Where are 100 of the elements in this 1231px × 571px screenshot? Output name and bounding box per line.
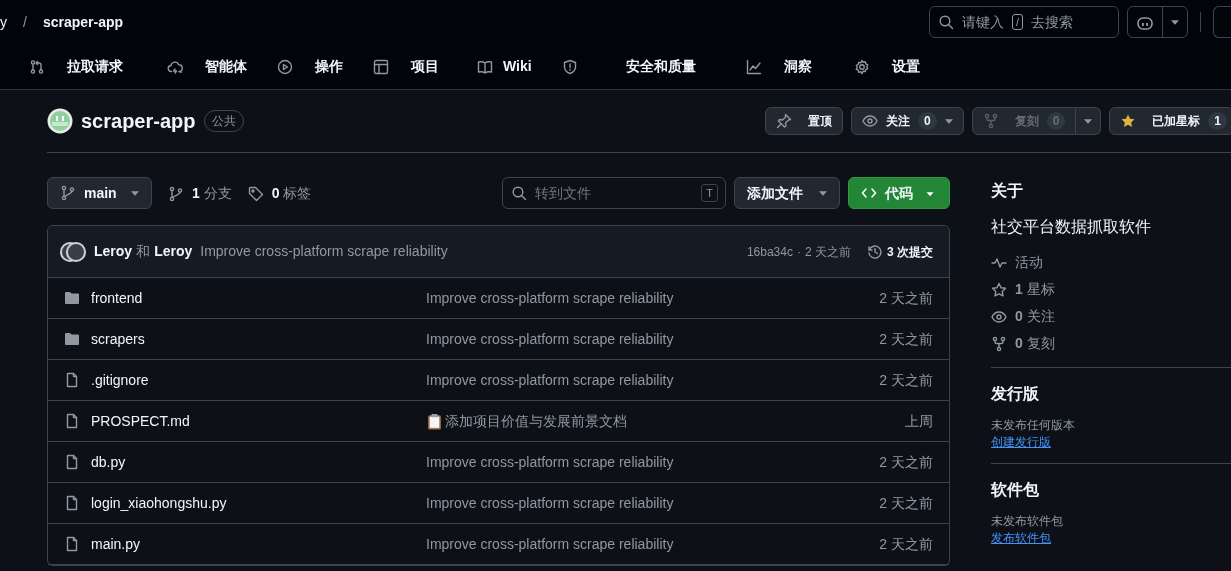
branch-selector[interactable]: main (47, 177, 152, 209)
caret-icon (131, 191, 139, 197)
author-link[interactable]: Leroy (154, 241, 193, 262)
commit-time: 上周 (905, 411, 933, 431)
stat-link[interactable]: 0 关注 (1015, 306, 1055, 327)
section-heading: 关于 (991, 181, 1024, 201)
shield-icon (561, 58, 578, 75)
pull-request-icon (29, 58, 45, 75)
file-name[interactable]: PROSPECT.md (91, 410, 426, 432)
file-name[interactable]: scrapers (91, 328, 426, 350)
caret-icon (1171, 20, 1179, 26)
code-button[interactable]: 代码 (848, 177, 950, 209)
commit-time: 2 天之前 (879, 452, 933, 472)
file-name[interactable]: main.py (91, 533, 426, 555)
section-heading: 发行版 (991, 384, 1040, 404)
fork-icon (991, 335, 1007, 352)
commit-message[interactable]: Improve cross-platform scrape reliability (200, 241, 448, 262)
pin-button[interactable]: 置顶 (764, 107, 843, 135)
add-file-button[interactable]: 添加文件 (734, 177, 840, 209)
tags-link[interactable]: 0 标签 (271, 182, 312, 204)
play-icon (277, 58, 293, 75)
commit-message[interactable]: Improve cross-platform scrape reliability (426, 287, 674, 309)
file-icon (64, 536, 80, 552)
folder-icon (64, 290, 80, 306)
commit-message[interactable]: 添加项目价值与发展前景文档 (445, 410, 627, 432)
search-icon (511, 185, 527, 201)
stat-link[interactable]: 0 复刻 (1015, 333, 1055, 354)
nav-tab[interactable]: 操作 (315, 56, 343, 77)
count-label: 0 (917, 112, 937, 130)
star-icon (991, 281, 1007, 298)
table-icon (373, 58, 389, 75)
commit-time: 2 天之前 (879, 534, 933, 554)
commit-time: 2 天之前 (804, 243, 851, 261)
nav-tab[interactable]: 设置 (891, 56, 920, 77)
folder-icon (64, 331, 80, 347)
code-icon (861, 185, 877, 201)
commit-message[interactable]: Improve cross-platform scrape reliability (426, 533, 674, 555)
create-link[interactable]: 创建发行版 (991, 435, 1051, 449)
nav-tab[interactable]: 项目 (411, 56, 439, 77)
commit-hash[interactable]: 16ba34c (746, 242, 793, 261)
caret-icon (819, 191, 827, 197)
breadcrumb-separator: / (23, 12, 27, 32)
search-icon (938, 14, 954, 30)
file-name[interactable]: login_xiaohongshu.py (91, 492, 426, 514)
commit-time: 2 天之前 (879, 288, 933, 308)
book-icon (477, 58, 493, 75)
commit-message[interactable]: Improve cross-platform scrape reliability (426, 451, 674, 473)
stat-link[interactable]: 活动 (1015, 252, 1043, 273)
empty-note: 未发布任何版本 (991, 417, 1076, 434)
create-link[interactable]: 发布软件包 (991, 531, 1051, 545)
file-icon (64, 372, 80, 388)
file-icon (64, 413, 80, 429)
eye-icon (991, 308, 1007, 325)
branch-icon (168, 185, 184, 202)
watch-button[interactable]: 关注 0 (850, 107, 964, 135)
nav-tab[interactable]: 拉取请求 (67, 56, 123, 77)
nav-tab[interactable]: 安全和质量 (625, 56, 696, 77)
owner-link[interactable]: y (0, 11, 7, 33)
search-field[interactable]: 请键入 / 去搜索 (929, 6, 1119, 38)
nav-tab[interactable]: 智能体 (205, 56, 247, 77)
stat-link[interactable]: 1 星标 (1015, 279, 1055, 300)
branches-link[interactable]: 1 分支 (192, 182, 232, 204)
commits-link[interactable]: 3 次提交 (887, 242, 933, 261)
nav-tab[interactable]: Wiki (503, 56, 532, 77)
cloud-icon (167, 58, 183, 75)
section-heading: 软件包 (991, 480, 1040, 500)
commit-message[interactable]: Improve cross-platform scrape reliability (426, 328, 674, 350)
branch-icon (60, 185, 76, 201)
history-icon (867, 243, 883, 260)
eye-icon (861, 113, 878, 129)
avatar (66, 241, 86, 262)
count-label: 1 (1208, 112, 1227, 130)
fork-icon (982, 113, 999, 129)
commit-time: 2 天之前 (879, 329, 933, 349)
file-icon (64, 495, 80, 511)
repo-title[interactable]: scraper-app (81, 106, 196, 136)
nav-tab[interactable]: 洞察 (783, 56, 812, 77)
caret-icon (944, 119, 953, 125)
tag-icon (247, 185, 264, 202)
empty-note: 未发布软件包 (991, 513, 1064, 530)
commit-time: 2 天之前 (879, 493, 933, 513)
commit-message[interactable]: Improve cross-platform scrape reliability (426, 369, 674, 391)
file-name[interactable]: frontend (91, 287, 426, 309)
file-name[interactable]: db.py (91, 451, 426, 473)
clipboard-icon (426, 412, 443, 430)
commit-message[interactable]: Improve cross-platform scrape reliability (426, 492, 674, 514)
file-icon (64, 454, 80, 470)
dropdown-button[interactable] (1076, 107, 1102, 135)
repo-description: 社交平台数据抓取软件 (991, 217, 1152, 237)
settings-icon (853, 58, 870, 75)
repo-link[interactable]: scraper-app (42, 11, 124, 33)
star-button[interactable]: 已加星标 1 (1109, 107, 1231, 135)
graph-icon (745, 58, 762, 75)
commit-time: 2 天之前 (879, 370, 933, 390)
pin-icon (775, 113, 792, 129)
avatar-icon (47, 108, 73, 134)
author-link[interactable]: Leroy (94, 241, 133, 262)
file-name[interactable]: .gitignore (91, 369, 426, 391)
robot-icon (1136, 14, 1154, 31)
author-joiner: 和 (136, 242, 151, 261)
